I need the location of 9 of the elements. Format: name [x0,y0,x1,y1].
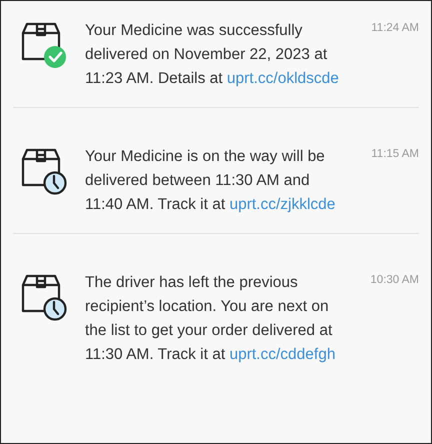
tracking-link[interactable]: uprt.cc/okldscde [226,70,339,87]
tracking-link[interactable]: uprt.cc/cddefgh [229,346,336,363]
notification-time: 11:24 AM [371,21,419,34]
notification-message: Your Medicine was successfully delivered on November 22, 2023 at 11:23 AM. Details at uprt.cc/okldscde [85,21,340,89]
notification-time: 10:30 AM [370,273,419,286]
notification-time: 11:15 AM [371,147,419,160]
tracking-link[interactable]: uprt.cc/zjkklcde [229,196,336,213]
notification-message: Your Medicine is on the way will be delivered between 11:30 AM and 11:40 AM. Track it at uprt.cc/zjkklcde [85,147,336,215]
notification-message: The driver has left the previous recipient’s location. You are next on the list to get your order delivered at 11:30 AM. Track it at uprt.cc/cddefgh [85,273,336,365]
